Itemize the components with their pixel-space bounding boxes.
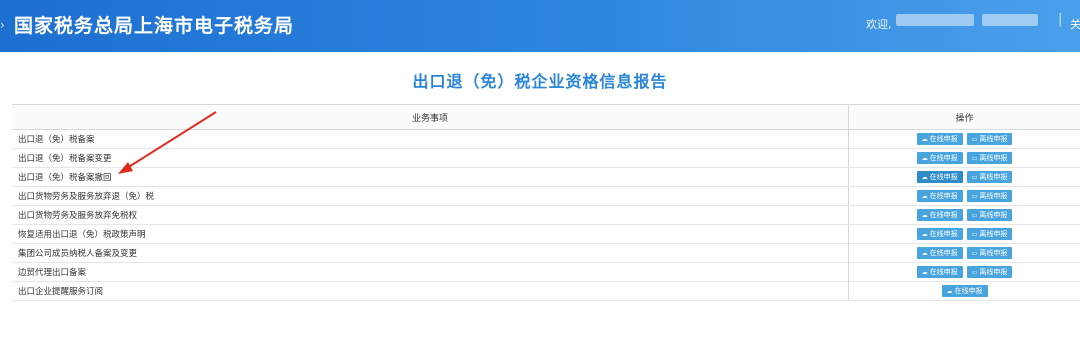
arrow-head <box>118 162 133 174</box>
annotation-arrow <box>118 111 217 174</box>
arrow-shaft <box>123 111 217 171</box>
